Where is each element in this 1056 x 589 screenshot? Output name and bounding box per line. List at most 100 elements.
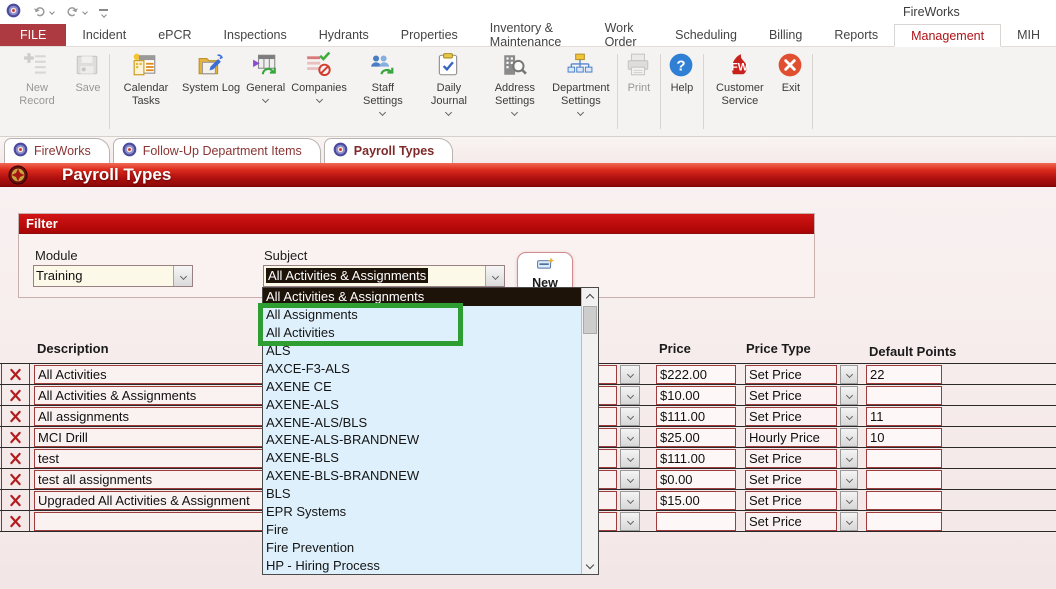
module-combo-arrow[interactable] bbox=[173, 266, 192, 286]
ribbon-tab-management[interactable]: Management bbox=[894, 24, 1001, 47]
help-button[interactable]: ?Help bbox=[664, 49, 700, 134]
delete-row-button[interactable] bbox=[1, 469, 30, 489]
price-type-field[interactable]: Set Price bbox=[745, 470, 837, 489]
ribbon-tab-epcr[interactable]: ePCR bbox=[142, 24, 207, 46]
ribbon-tab-file[interactable]: FILE bbox=[0, 24, 66, 46]
price-type-combo-arrow[interactable] bbox=[840, 365, 858, 384]
price-type-combo-arrow[interactable] bbox=[840, 491, 858, 510]
default-points-field[interactable] bbox=[866, 449, 942, 468]
row-subject-combo-arrow[interactable] bbox=[620, 470, 640, 489]
app-logo-icon[interactable] bbox=[6, 3, 21, 23]
dropdown-item[interactable]: EPR Systems bbox=[263, 503, 581, 521]
price-field[interactable]: $15.00 bbox=[656, 491, 736, 510]
address-settings-button[interactable]: Address Settings bbox=[482, 49, 548, 134]
staff-settings-button[interactable]: Staff Settings bbox=[350, 49, 416, 134]
price-field[interactable] bbox=[656, 512, 736, 531]
ribbon-tab-scheduling[interactable]: Scheduling bbox=[659, 24, 753, 46]
document-tab-follow-up-department-items[interactable]: Follow-Up Department Items bbox=[113, 138, 321, 163]
row-subject-combo-arrow[interactable] bbox=[620, 449, 640, 468]
price-type-field[interactable]: Set Price bbox=[745, 512, 837, 531]
undo-button[interactable] bbox=[32, 4, 54, 22]
module-combobox[interactable]: Training bbox=[33, 265, 193, 287]
dropdown-item[interactable]: HP - Hiring Process bbox=[263, 556, 581, 574]
dropdown-item[interactable]: ALS bbox=[263, 342, 581, 360]
document-tab-payroll-types[interactable]: Payroll Types bbox=[324, 138, 453, 163]
price-type-combo-arrow[interactable] bbox=[840, 428, 858, 447]
subject-combobox[interactable]: All Activities & Assignments bbox=[263, 265, 505, 287]
dropdown-item[interactable]: AXENE-ALS-BRANDNEW bbox=[263, 431, 581, 449]
scrollbar-up-button[interactable] bbox=[582, 288, 598, 304]
companies-button[interactable]: Companies bbox=[288, 49, 350, 134]
price-type-combo-arrow[interactable] bbox=[840, 386, 858, 405]
customize-quick-access-button[interactable] bbox=[98, 9, 109, 17]
price-type-field[interactable]: Set Price bbox=[745, 491, 837, 510]
default-points-field[interactable] bbox=[866, 386, 942, 405]
price-type-combo-arrow[interactable] bbox=[840, 407, 858, 426]
delete-row-button[interactable] bbox=[1, 364, 30, 384]
default-points-field[interactable]: 22 bbox=[866, 365, 942, 384]
row-subject-combo-arrow[interactable] bbox=[620, 512, 640, 531]
document-tab-fireworks[interactable]: FireWorks bbox=[4, 138, 110, 163]
price-field[interactable]: $111.00 bbox=[656, 407, 736, 426]
dropdown-item[interactable]: All Activities & Assignments bbox=[263, 288, 581, 306]
redo-button[interactable] bbox=[65, 4, 87, 22]
delete-row-button[interactable] bbox=[1, 427, 30, 447]
dropdown-item[interactable]: AXENE-ALS/BLS bbox=[263, 413, 581, 431]
dropdown-item[interactable]: Fire Prevention bbox=[263, 538, 581, 556]
price-type-combo-arrow[interactable] bbox=[840, 470, 858, 489]
department-settings-button[interactable]: Department Settings bbox=[548, 49, 614, 134]
delete-row-button[interactable] bbox=[1, 448, 30, 468]
price-type-combo-arrow[interactable] bbox=[840, 449, 858, 468]
row-subject-combo-arrow[interactable] bbox=[620, 491, 640, 510]
default-points-field[interactable]: 11 bbox=[866, 407, 942, 426]
default-points-field[interactable] bbox=[866, 491, 942, 510]
row-subject-combo-arrow[interactable] bbox=[620, 428, 640, 447]
row-subject-combo-arrow[interactable] bbox=[620, 407, 640, 426]
general-button[interactable]: General bbox=[243, 49, 288, 134]
dropdown-item[interactable]: AXENE-ALS bbox=[263, 395, 581, 413]
delete-row-button[interactable] bbox=[1, 406, 30, 426]
price-field[interactable]: $25.00 bbox=[656, 428, 736, 447]
delete-row-button[interactable] bbox=[1, 490, 30, 510]
price-field[interactable]: $222.00 bbox=[656, 365, 736, 384]
row-subject-combo-arrow[interactable] bbox=[620, 365, 640, 384]
price-type-field[interactable]: Hourly Price bbox=[745, 428, 837, 447]
dropdown-item[interactable]: AXENE CE bbox=[263, 377, 581, 395]
daily-journal-button[interactable]: Daily Journal bbox=[416, 49, 482, 134]
ribbon-tab-billing[interactable]: Billing bbox=[753, 24, 818, 46]
customer-service-button[interactable]: FWCustomer Service bbox=[707, 49, 773, 134]
ribbon-tab-work-order[interactable]: Work Order bbox=[589, 24, 660, 46]
dropdown-item[interactable]: AXENE-BLS-BRANDNEW bbox=[263, 467, 581, 485]
dropdown-item[interactable]: AXCE-F3-ALS bbox=[263, 360, 581, 378]
dropdown-item[interactable]: All Assignments bbox=[263, 306, 581, 324]
dropdown-item[interactable]: All Activities bbox=[263, 324, 581, 342]
scrollbar-down-button[interactable] bbox=[582, 558, 598, 574]
price-type-field[interactable]: Set Price bbox=[745, 365, 837, 384]
ribbon-tab-mih[interactable]: MIH bbox=[1001, 24, 1056, 46]
dropdown-item[interactable]: Fire bbox=[263, 520, 581, 538]
price-type-combo-arrow[interactable] bbox=[840, 512, 858, 531]
default-points-field[interactable]: 10 bbox=[866, 428, 942, 447]
price-type-field[interactable]: Set Price bbox=[745, 386, 837, 405]
scrollbar-thumb[interactable] bbox=[583, 306, 597, 334]
price-field[interactable]: $10.00 bbox=[656, 386, 736, 405]
dropdown-item[interactable]: BLS bbox=[263, 485, 581, 503]
dropdown-item[interactable]: AXENE-BLS bbox=[263, 449, 581, 467]
subject-combo-arrow[interactable] bbox=[485, 266, 504, 286]
default-points-field[interactable] bbox=[866, 512, 942, 531]
system-log-button[interactable]: System Log bbox=[179, 49, 243, 134]
exit-button[interactable]: Exit bbox=[773, 49, 809, 134]
ribbon-tab-inventory-maintenance[interactable]: Inventory & Maintenance bbox=[474, 24, 589, 46]
ribbon-tab-incident[interactable]: Incident bbox=[66, 24, 142, 46]
row-subject-combo-arrow[interactable] bbox=[620, 386, 640, 405]
price-type-field[interactable]: Set Price bbox=[745, 407, 837, 426]
delete-row-button[interactable] bbox=[1, 385, 30, 405]
ribbon-tab-hydrants[interactable]: Hydrants bbox=[303, 24, 385, 46]
calendar-tasks-button[interactable]: Calendar Tasks bbox=[113, 49, 179, 134]
ribbon-tab-reports[interactable]: Reports bbox=[818, 24, 894, 46]
default-points-field[interactable] bbox=[866, 470, 942, 489]
price-field[interactable]: $111.00 bbox=[656, 449, 736, 468]
price-type-field[interactable]: Set Price bbox=[745, 449, 837, 468]
delete-row-button[interactable] bbox=[1, 511, 30, 531]
ribbon-tab-inspections[interactable]: Inspections bbox=[208, 24, 303, 46]
